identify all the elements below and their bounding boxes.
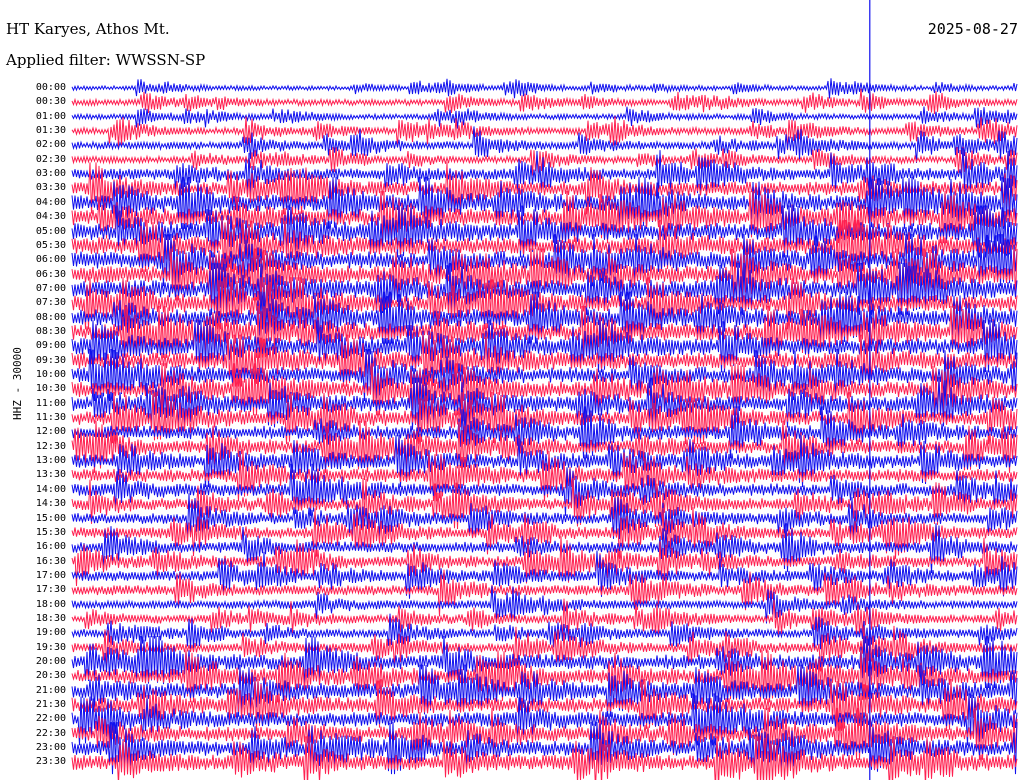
helicorder-plot [71,0,1018,780]
seismic-trace [71,78,1018,99]
seismic-trace [71,106,1018,129]
seismic-trace [71,88,1018,115]
